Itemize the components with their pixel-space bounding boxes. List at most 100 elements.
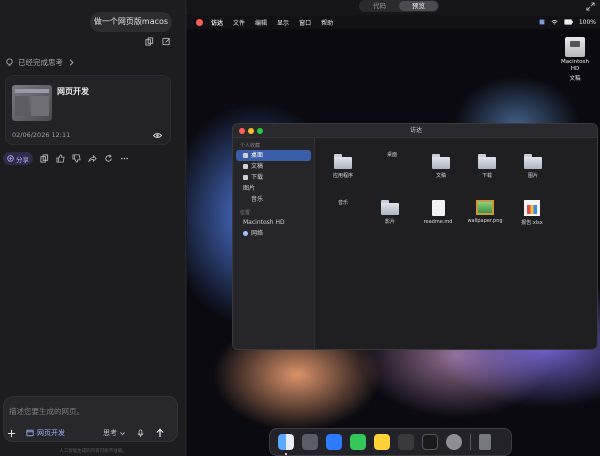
menu-window[interactable]: 窗口: [299, 18, 311, 27]
calculator-icon[interactable]: [398, 434, 414, 450]
finder-icon[interactable]: [278, 434, 294, 455]
thinking-label: 已经完成思考: [18, 58, 63, 67]
file-item[interactable]: readme.md: [415, 200, 461, 225]
artifact-thumbnail: [12, 85, 52, 121]
send-arrow-icon[interactable]: [155, 428, 165, 438]
sidebar-label: 图片: [243, 185, 256, 192]
file-name: 下载: [481, 173, 492, 179]
terminal-icon[interactable]: [422, 434, 438, 450]
copy-icon[interactable]: [145, 37, 154, 46]
menu-help[interactable]: 帮助: [321, 18, 333, 27]
battery-icon[interactable]: [564, 19, 573, 25]
hard-drive-icon: [565, 37, 585, 57]
document-file-icon: [431, 200, 445, 216]
chevron-down-icon: [119, 430, 126, 437]
sidebar-heading-favorites: 个人收藏: [240, 143, 261, 149]
mode-selector[interactable]: 思考: [103, 428, 126, 438]
menu-finder[interactable]: 访达: [211, 18, 223, 27]
finder-window: 访达 个人收藏 桌面 文稿 下载 图片 音乐 位置 Macintosh HD 网…: [232, 123, 598, 350]
file-item[interactable]: 报告.xlsx: [509, 200, 555, 226]
file-item[interactable]: 图片: [510, 154, 556, 179]
running-indicator: [285, 453, 287, 455]
share-label: 分享: [16, 155, 29, 164]
more-icon[interactable]: [120, 154, 129, 163]
artifact-title: 网页开发: [57, 87, 89, 96]
spreadsheet-icon: [524, 200, 540, 216]
composer-placeholder[interactable]: 描述您要生成的网页。: [9, 406, 84, 417]
folder-icon: [524, 154, 542, 169]
eye-icon[interactable]: [153, 131, 162, 140]
file-name: 音乐: [337, 200, 348, 206]
regenerate-icon[interactable]: [104, 154, 113, 163]
desktop-hd-icon[interactable]: Macintosh HD 文稿: [557, 37, 593, 83]
file-item[interactable]: 桌面: [369, 151, 415, 158]
sidebar-item-network[interactable]: 网络: [236, 228, 311, 239]
plus-icon[interactable]: [7, 429, 16, 438]
user-message: 做一个网页版macos: [90, 12, 172, 32]
lightbulb-icon: [5, 58, 14, 67]
launchpad-icon[interactable]: [302, 434, 318, 450]
hd-label-line3: 文稿: [569, 76, 581, 82]
file-item[interactable]: 下载: [464, 154, 510, 179]
music-icon: [243, 197, 248, 202]
share-button[interactable]: 分享: [3, 152, 33, 165]
safari-icon[interactable]: [326, 434, 342, 450]
file-item[interactable]: 文稿: [418, 154, 464, 179]
sidebar-item-downloads[interactable]: 下载: [236, 172, 311, 183]
menu-file[interactable]: 文件: [233, 18, 245, 27]
notes-icon[interactable]: [374, 434, 390, 450]
share-icon: [7, 155, 14, 162]
sidebar-item-pictures[interactable]: 图片: [236, 183, 311, 194]
file-name: 影片: [384, 219, 395, 225]
chat-panel: 做一个网页版macos 已经完成思考 网页开发 02/06/2026 12:11…: [0, 0, 186, 456]
file-name: readme.md: [423, 219, 453, 225]
download-icon: [243, 175, 248, 180]
apple-logo-icon[interactable]: [196, 18, 203, 26]
folder-icon: [381, 200, 399, 215]
tab-code[interactable]: 代码: [360, 1, 399, 11]
desktop-icon: [243, 153, 248, 158]
finder-titlebar[interactable]: 访达: [233, 124, 597, 138]
control-center-icon[interactable]: [539, 19, 545, 25]
forward-icon[interactable]: [88, 154, 97, 163]
trash-icon[interactable]: [479, 434, 491, 450]
menu-edit[interactable]: 编辑: [255, 18, 267, 27]
mode-label: 思考: [103, 429, 117, 437]
file-name: wallpaper.png: [467, 218, 503, 224]
web-dev-label: 网页开发: [37, 429, 65, 437]
sidebar-item-music[interactable]: 音乐: [236, 194, 311, 205]
artifact-card[interactable]: 网页开发 02/06/2026 12:11: [5, 75, 171, 145]
web-dev-chip[interactable]: 网页开发: [26, 428, 65, 438]
wifi-icon[interactable]: [551, 19, 558, 26]
messages-icon[interactable]: [350, 434, 366, 450]
sidebar-item-desktop[interactable]: 桌面: [236, 150, 311, 161]
file-item[interactable]: wallpaper.png: [462, 200, 508, 224]
thinking-status[interactable]: 已经完成思考: [5, 57, 76, 68]
artifact-date: 02/06/2026 12:11: [12, 131, 71, 139]
sidebar-item-macintosh-hd[interactable]: Macintosh HD: [236, 217, 311, 228]
edit-icon[interactable]: [162, 37, 171, 46]
finder-content: 应用程序 桌面 文稿 下载 图片 音乐 影片 readme.md wallpap…: [316, 138, 597, 349]
prompt-composer[interactable]: 描述您要生成的网页。 网页开发 思考: [3, 396, 178, 442]
response-actions: 分享: [3, 152, 129, 165]
hd-label-line1: Macintosh: [560, 59, 590, 65]
menu-view[interactable]: 显示: [277, 18, 289, 27]
dock-separator: [470, 434, 471, 450]
disclaimer: 人工智能生成的内容可能不准确。: [59, 449, 127, 454]
file-item[interactable]: 影片: [367, 200, 413, 225]
thumbs-up-icon[interactable]: [56, 154, 65, 163]
sidebar-item-documents[interactable]: 文稿: [236, 161, 311, 172]
file-name: 图片: [527, 173, 538, 179]
tab-preview[interactable]: 预览: [399, 1, 438, 11]
hd-label-line2: HD: [570, 66, 580, 72]
expand-icon[interactable]: [586, 2, 595, 11]
view-toggle: 代码 预览: [359, 0, 439, 12]
message-actions: [145, 37, 171, 46]
settings-icon[interactable]: [446, 434, 462, 450]
copy-response-icon[interactable]: [40, 154, 49, 163]
microphone-icon[interactable]: [136, 428, 145, 438]
file-item[interactable]: 音乐: [320, 199, 366, 206]
file-item[interactable]: 应用程序: [320, 154, 366, 179]
macos-desktop: 访达 文件 编辑 显示 窗口 帮助 100% Macintosh HD 文稿 访…: [187, 15, 600, 456]
thumbs-down-icon[interactable]: [72, 154, 81, 163]
